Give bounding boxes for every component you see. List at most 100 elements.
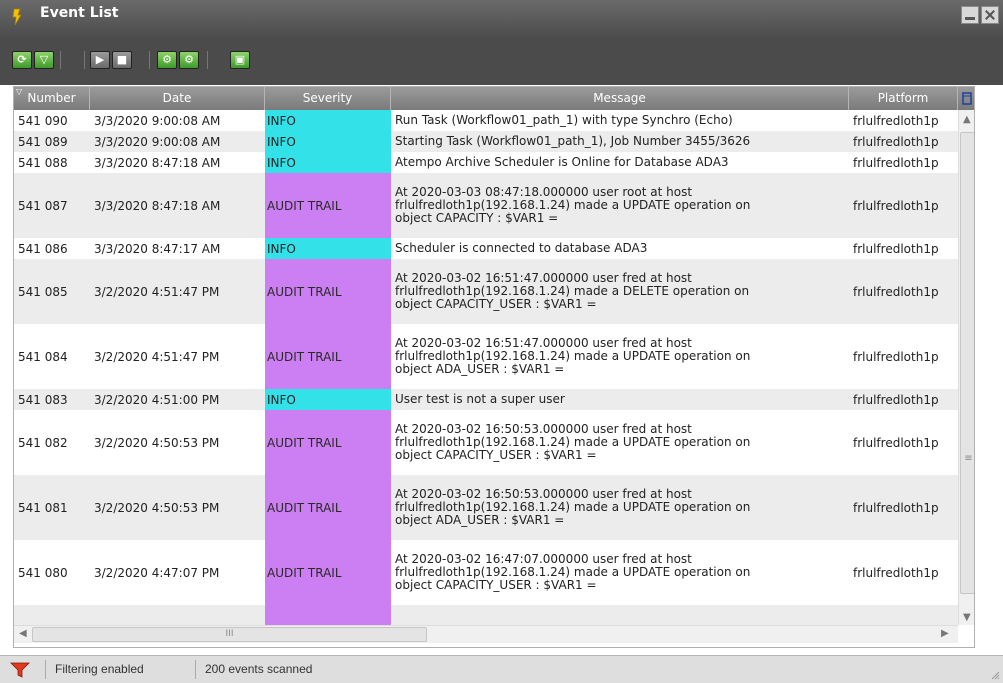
cell-severity: INFO <box>265 152 391 173</box>
cell-date: 3/2/2020 4:47:07 PM <box>90 605 265 625</box>
cell-platform: frlulfredloth1p <box>853 241 939 256</box>
stop-icon: ■ <box>116 53 128 66</box>
table-row[interactable]: 541 084 3/2/2020 4:51:47 PM AUDIT TRAIL At … <box>14 324 958 390</box>
cell-date: 3/2/2020 4:50:53 PM <box>94 435 220 450</box>
status-bar: Filtering enabled 200 events scanned <box>0 655 1003 683</box>
table-row[interactable]: 541 087 3/3/2020 8:47:18 AM AUDIT TRAIL At … <box>14 173 958 239</box>
cell-date: 3/2/2020 4:51:47 PM <box>94 284 220 299</box>
cell-number: 541 079 <box>14 605 90 625</box>
cell-platform: frlulfredloth1p <box>853 500 939 515</box>
column-header-message[interactable]: Message <box>391 87 849 110</box>
cell-date: 3/3/2020 8:47:17 AM <box>94 241 221 256</box>
filter-settings-icon: ⚙ <box>162 53 172 66</box>
table-row[interactable]: 541 080 3/2/2020 4:47:07 PM AUDIT TRAIL At … <box>14 540 958 606</box>
cell-number: 541 087 <box>18 198 68 213</box>
filter-refresh-button[interactable]: ⚙ <box>179 51 199 69</box>
horizontal-scroll-thumb[interactable]: III <box>32 627 427 642</box>
resize-grip-icon[interactable] <box>990 670 1000 680</box>
cell-date: 3/2/2020 4:51:47 PM <box>94 349 220 364</box>
cell-platform: frlulfredloth1p <box>853 284 939 299</box>
stop-button[interactable]: ■ <box>112 51 132 69</box>
cell-platform: frlulfredloth1p <box>853 113 939 128</box>
cell-message: User test is not a super user <box>395 392 565 406</box>
play-button[interactable]: ▶ <box>90 51 110 69</box>
table-row[interactable]: 541 090 3/3/2020 9:00:08 AM INFO Run Task (… <box>14 110 958 132</box>
cell-platform: frlulfredloth1p <box>853 435 939 450</box>
cell-date: 3/3/2020 8:47:18 AM <box>94 198 221 213</box>
cell-number: 541 082 <box>18 435 68 450</box>
filter-refresh-icon: ⚙ <box>184 53 194 66</box>
filter-funnel-icon <box>10 662 30 678</box>
scroll-right-icon[interactable]: ▶ <box>941 628 949 639</box>
cell-severity: INFO <box>265 110 391 131</box>
filter-button[interactable]: ▽ <box>34 51 54 69</box>
column-header-severity[interactable]: Severity <box>265 87 391 110</box>
minimize-button[interactable] <box>961 6 979 24</box>
sort-icon: ▽ <box>16 87 23 96</box>
cell-platform: frlulfredloth1p <box>849 605 958 625</box>
table-row[interactable]: 541 088 3/3/2020 8:47:18 AM INFO Atempo Arc… <box>14 152 958 174</box>
cell-severity: AUDIT TRAIL <box>265 259 391 324</box>
cell-date: 3/3/2020 9:00:08 AM <box>94 134 221 149</box>
scroll-down-icon[interactable]: ▼ <box>963 612 971 623</box>
cell-date: 3/2/2020 4:51:00 PM <box>94 392 220 407</box>
cell-message: At 2020-03-03 08:47:18.000000 user root … <box>395 185 751 225</box>
cell-platform: frlulfredloth1p <box>853 198 939 213</box>
column-header-number[interactable]: ▽ Number <box>14 87 90 110</box>
column-chooser-button[interactable] <box>958 87 974 110</box>
play-icon: ▶ <box>95 53 105 66</box>
toolbar-separator <box>149 51 150 69</box>
filter-status: Filtering enabled <box>45 660 195 679</box>
refresh-button[interactable]: ⟳ <box>12 51 32 69</box>
cell-platform: frlulfredloth1p <box>853 349 939 364</box>
cell-date: 3/2/2020 4:50:53 PM <box>94 500 220 515</box>
table-row[interactable]: 541 081 3/2/2020 4:50:53 PM AUDIT TRAIL At … <box>14 475 958 541</box>
filter-icon: ▽ <box>39 53 49 66</box>
table-body: 541 090 3/3/2020 9:00:08 AM INFO Run Task (… <box>14 110 958 625</box>
event-table: ▽ Number Date Severity Message Platform 5… <box>13 86 975 648</box>
filter-settings-button[interactable]: ⚙ <box>157 51 177 69</box>
scroll-left-icon[interactable]: ◀ <box>19 628 27 639</box>
cell-date: 3/3/2020 8:47:18 AM <box>94 155 221 170</box>
table-header: ▽ Number Date Severity Message Platform <box>14 87 974 110</box>
cell-number: 541 089 <box>18 134 68 149</box>
cell-severity: AUDIT TRAIL <box>265 410 391 475</box>
cell-number: 541 086 <box>18 241 68 256</box>
cell-message: Scheduler is connected to database ADA3 <box>395 241 648 255</box>
cell-message: Atempo Archive Scheduler is Online for D… <box>395 155 729 169</box>
cell-number: 541 081 <box>18 500 68 515</box>
console-button[interactable]: ▣ <box>230 51 250 69</box>
event-list-icon <box>12 8 22 26</box>
cell-message: At 2020-03-02 16:47:07.000000 user fred … <box>391 605 849 625</box>
column-header-platform[interactable]: Platform <box>849 87 958 110</box>
horizontal-scrollbar[interactable]: ◀ III ▶ <box>14 625 958 643</box>
toolbar-separator <box>60 51 61 69</box>
cell-severity: INFO <box>265 238 391 259</box>
column-header-date[interactable]: Date <box>90 87 265 110</box>
cell-severity: AUDIT TRAIL <box>265 324 391 389</box>
cell-platform: frlulfredloth1p <box>853 565 939 580</box>
column-chooser-icon <box>962 92 972 105</box>
cell-number: 541 088 <box>18 155 68 170</box>
cell-severity: AUDIT TRAIL <box>265 173 391 238</box>
table-row[interactable]: 541 082 3/2/2020 4:50:53 PM AUDIT TRAIL At … <box>14 410 958 476</box>
cell-platform: frlulfredloth1p <box>853 155 939 170</box>
cell-severity: AUDIT TRAIL <box>265 475 391 540</box>
vertical-scroll-thumb[interactable]: ≡ <box>960 132 974 594</box>
table-row[interactable]: 541 085 3/2/2020 4:51:47 PM AUDIT TRAIL At … <box>14 259 958 325</box>
cell-number: 541 085 <box>18 284 68 299</box>
cell-platform: frlulfredloth1p <box>853 392 939 407</box>
table-row[interactable]: 541 089 3/3/2020 9:00:08 AM INFO Starting T… <box>14 131 958 153</box>
close-button[interactable] <box>981 6 999 24</box>
cell-number: 541 080 <box>18 565 68 580</box>
table-row[interactable]: 541 086 3/3/2020 8:47:17 AM INFO Scheduler … <box>14 238 958 260</box>
scroll-up-icon[interactable]: ▲ <box>963 114 971 125</box>
cell-message: At 2020-03-02 16:51:47.000000 user fred … <box>395 336 751 376</box>
cell-severity: AUDIT TRAIL <box>265 605 391 625</box>
cell-message: At 2020-03-02 16:50:53.000000 user fred … <box>395 487 751 527</box>
cell-severity: INFO <box>265 389 391 410</box>
table-row[interactable]: 541 0793/2/2020 4:47:07 PMAUDIT TRAILAt … <box>14 605 958 625</box>
vertical-scrollbar[interactable]: ▲ ≡ ▼ <box>958 110 974 625</box>
title-bar: Event List <box>0 0 1003 40</box>
table-row[interactable]: 541 083 3/2/2020 4:51:00 PM INFO User test … <box>14 389 958 411</box>
